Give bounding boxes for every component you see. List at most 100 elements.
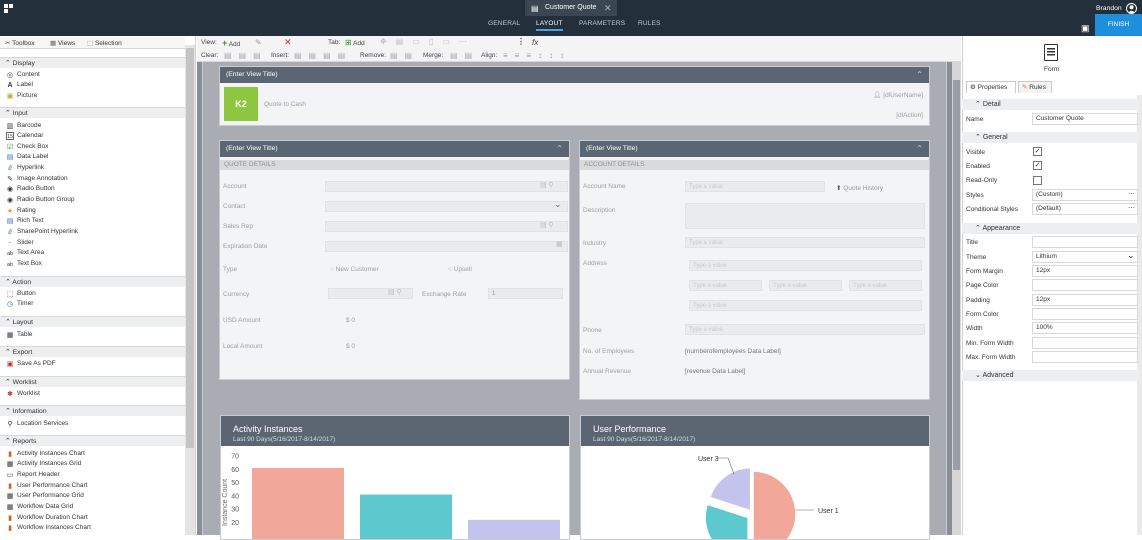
- chevron-down-icon[interactable]: ⌄: [554, 199, 562, 210]
- min-form-width-input[interactable]: [1032, 337, 1138, 349]
- read-only-checkbox[interactable]: [1033, 176, 1042, 185]
- section-reports[interactable]: ⌃ Reports: [0, 435, 185, 446]
- quote-history-link[interactable]: ⬆ Quote History: [836, 184, 883, 192]
- account-details-view[interactable]: (Enter View Title) ⌃ ACCOUNT DETAILS Acc…: [579, 140, 930, 400]
- tab-tools-icons[interactable]: ✥▤▭▯▭⋯: [380, 37, 476, 46]
- form-color-input[interactable]: [1032, 308, 1138, 320]
- merge-icons[interactable]: ▤▤: [450, 51, 479, 60]
- conditional-styles-ellipsis-button[interactable]: ⋯: [1128, 204, 1135, 212]
- contact-dropdown[interactable]: [325, 201, 568, 212]
- toolbox-item-barcode[interactable]: ▥ Barcode: [6, 121, 42, 131]
- toolbox-item-activity-instances-chart[interactable]: ▮ Activity Instances Chart: [6, 449, 85, 459]
- section-appearance[interactable]: ⌃ Appearance: [962, 223, 1140, 234]
- toolbox-item-radio-button[interactable]: ◉ Radio Button: [6, 184, 55, 194]
- page-color-input[interactable]: [1032, 279, 1138, 291]
- close-tab-icon[interactable]: ✕: [604, 3, 612, 14]
- sales-rep-field[interactable]: [325, 221, 568, 232]
- bar[interactable]: [468, 519, 560, 540]
- user-name[interactable]: Brandon: [1096, 5, 1122, 12]
- expression-button[interactable]: fx: [532, 38, 538, 47]
- address-city-field[interactable]: Type a value: [689, 280, 762, 291]
- tab-properties[interactable]: ⚙ Properties: [966, 81, 1016, 93]
- user-performance-chart[interactable]: User Performance Last 90 Days(5/16/2017-…: [580, 415, 930, 540]
- toolbox-item-workflow-duration-chart[interactable]: ▮ Workflow Duration Chart: [6, 513, 88, 523]
- save-icon[interactable]: ▣: [1081, 23, 1090, 34]
- pie-slice[interactable]: [708, 467, 752, 512]
- view-title[interactable]: (Enter View Title): [580, 141, 929, 157]
- remove-icons[interactable]: ▤▤: [390, 51, 419, 60]
- toolbox-item-report-header[interactable]: ▭ Report Header: [6, 470, 60, 480]
- toolbox-item-text-box[interactable]: ab Text Box: [6, 259, 42, 269]
- toolbox-item-workflow-instances-chart[interactable]: ▮ Workflow Instances Chart: [6, 523, 91, 533]
- upsell-option[interactable]: ○ Upsell: [448, 266, 472, 273]
- collapse-icon[interactable]: ⌃: [916, 70, 923, 79]
- toolbox-item-user-performance-chart[interactable]: ▮ User Performance Chart: [6, 481, 87, 491]
- finish-button[interactable]: FINISH: [1095, 14, 1142, 36]
- collapse-icon[interactable]: ⌃: [916, 144, 923, 153]
- toolbox-item-table[interactable]: ▦ Table: [6, 330, 33, 340]
- insert-icons[interactable]: ▤▤▤▤: [294, 51, 352, 60]
- more-icon[interactable]: ⋮: [517, 37, 525, 46]
- tab-rules[interactable]: ✎ Rules: [1018, 81, 1052, 93]
- account-field[interactable]: [325, 181, 568, 192]
- toolbox-item-sharepoint-hyperlink[interactable]: ∂ SharePoint Hyperlink: [6, 227, 78, 237]
- view-title[interactable]: (Enter View Title): [220, 67, 929, 83]
- section-advanced[interactable]: ⌄ Advanced: [962, 370, 1140, 381]
- toolbox-item-image-annotation[interactable]: ✎ Image Annotation: [6, 174, 68, 184]
- avatar-icon[interactable]: [1126, 3, 1137, 14]
- exchange-rate-field[interactable]: 1: [488, 288, 563, 299]
- expiration-date-field[interactable]: [325, 241, 568, 252]
- tab-selection[interactable]: ⬚ Selection: [87, 39, 122, 47]
- section-export[interactable]: ⌃ Export: [0, 346, 185, 357]
- toolbox-item-text-area[interactable]: ab Text Area: [6, 248, 44, 258]
- collapse-icon[interactable]: ⌃: [556, 144, 563, 153]
- section-general[interactable]: ⌃ General: [962, 132, 1140, 143]
- toolbox-item-worklist[interactable]: ✱ Worklist: [6, 389, 40, 399]
- view-title[interactable]: (Enter View Title): [220, 141, 569, 157]
- header-view[interactable]: (Enter View Title) ⌃ K2 Quote to Cash 👤︎…: [219, 66, 930, 126]
- new-customer-option[interactable]: ○ New Customer: [330, 266, 379, 273]
- add-tab-button[interactable]: ⊞ Add: [345, 38, 365, 47]
- enabled-checkbox[interactable]: ✓: [1033, 161, 1042, 170]
- edit-view-icon[interactable]: ✎: [255, 38, 262, 47]
- visible-checkbox[interactable]: ✓: [1033, 147, 1042, 156]
- toolbox-item-data-label[interactable]: ▤ Data Label: [6, 152, 49, 162]
- toolbox-item-slider[interactable]: ⋅ Slider: [6, 238, 34, 248]
- name-input[interactable]: Customer Quote: [1032, 113, 1138, 125]
- description-textarea[interactable]: [685, 203, 925, 229]
- clear-icons[interactable]: ▤▤▤: [224, 51, 268, 60]
- tab-general[interactable]: GENERAL: [488, 20, 520, 27]
- left-scrollbar-thumb[interactable]: [186, 48, 194, 448]
- phone-field[interactable]: Type a value: [685, 324, 925, 335]
- title-input[interactable]: [1032, 236, 1138, 248]
- width-input[interactable]: 100%: [1032, 322, 1138, 334]
- max-form-width-input[interactable]: [1032, 351, 1138, 363]
- styles-input[interactable]: (Custom): [1032, 189, 1138, 201]
- section-layout[interactable]: ⌃ Layout: [0, 316, 185, 327]
- toolbox-item-save-as-pdf[interactable]: ▣ Save As PDF: [6, 359, 56, 369]
- toolbox-item-label[interactable]: A Label: [6, 80, 32, 90]
- lookup-icon[interactable]: ▤ ⚲: [540, 181, 554, 189]
- section-information[interactable]: ⌃ Information: [0, 405, 185, 416]
- form-margin-input[interactable]: 12px: [1032, 265, 1138, 277]
- account-name-field[interactable]: Type a value: [685, 181, 825, 192]
- lookup-icon[interactable]: ▤ ⚲: [388, 288, 402, 296]
- tab-parameters[interactable]: PARAMETERS: [579, 20, 625, 27]
- address-line1-field[interactable]: Type a value: [689, 260, 922, 271]
- section-action[interactable]: ⌃ Action: [0, 276, 185, 287]
- toolbox-item-button[interactable]: ⬚ Button: [6, 289, 36, 299]
- tab-rules[interactable]: RULES: [638, 20, 661, 27]
- padding-input[interactable]: 12px: [1032, 294, 1138, 306]
- toolbox-item-hyperlink[interactable]: ∂ Hyperlink: [6, 163, 44, 173]
- section-detail[interactable]: ⌃ Detail: [962, 99, 1140, 110]
- styles-ellipsis-button[interactable]: ⋯: [1128, 190, 1135, 198]
- section-display[interactable]: ⌃ Display: [0, 57, 185, 68]
- delete-view-icon[interactable]: ✕: [284, 37, 292, 48]
- conditional-styles-input[interactable]: (Default): [1032, 203, 1138, 215]
- address-state-field[interactable]: Type a value: [769, 280, 842, 291]
- toolbox-item-calendar[interactable]: 15 Calendar: [6, 131, 43, 141]
- bar[interactable]: [360, 494, 452, 540]
- address-country-field[interactable]: Type a value: [689, 300, 922, 311]
- section-worklist[interactable]: ⌃ Worklist: [0, 376, 185, 387]
- calendar-icon[interactable]: ▦: [556, 240, 563, 248]
